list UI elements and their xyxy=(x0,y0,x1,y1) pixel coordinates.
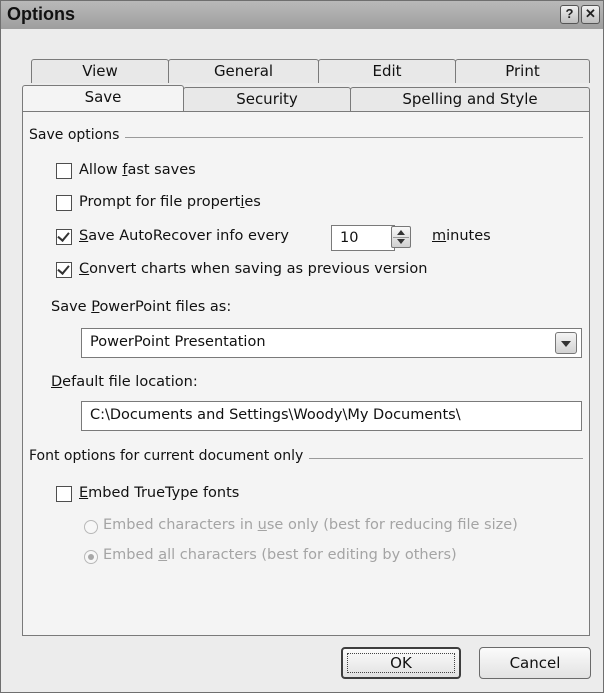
close-button[interactable]: ✕ xyxy=(581,5,600,24)
title-bar: Options ? ✕ xyxy=(1,1,603,29)
convert-charts-label: Convert charts when saving as previous v… xyxy=(79,261,428,277)
allow-fast-saves-checkbox[interactable] xyxy=(56,163,72,179)
help-button[interactable]: ? xyxy=(560,5,579,24)
embed-truetype-checkbox[interactable] xyxy=(56,486,72,502)
tab-print[interactable]: Print xyxy=(455,59,590,83)
save-as-format-select[interactable]: PowerPoint Presentation xyxy=(81,328,582,358)
default-location-input[interactable]: C:\Documents and Settings\Woody\My Docum… xyxy=(81,401,582,431)
focus-rect xyxy=(347,653,455,673)
spin-up-icon xyxy=(397,230,405,235)
save-tab-panel: Save options Allow fast saves Prompt for… xyxy=(22,111,590,636)
save-as-dropdown-button[interactable] xyxy=(555,332,577,354)
tab-spelling-and-style[interactable]: Spelling and Style xyxy=(350,87,590,111)
checkmark-icon xyxy=(57,262,70,275)
embed-in-use-radio[interactable] xyxy=(84,520,98,534)
spin-down-icon xyxy=(397,239,405,244)
save-autorecover-checkbox[interactable] xyxy=(56,229,72,245)
save-autorecover-label: Save AutoRecover info every xyxy=(79,228,289,244)
allow-fast-saves-label: Allow fast saves xyxy=(79,162,196,178)
embed-all-radio[interactable] xyxy=(84,550,98,564)
autorecover-minutes-input[interactable]: 10 xyxy=(331,225,395,251)
prompt-file-properties-label: Prompt for file properties xyxy=(79,194,261,210)
tab-security[interactable]: Security xyxy=(183,87,351,111)
options-dialog: Options ? ✕ View General Edit Print Save… xyxy=(0,0,604,693)
minutes-label: minutes xyxy=(432,228,491,244)
default-location-label: Default file location: xyxy=(51,374,198,390)
tab-save[interactable]: Save xyxy=(22,85,184,111)
tab-view[interactable]: View xyxy=(31,59,169,83)
tab-edit[interactable]: Edit xyxy=(318,59,456,83)
save-options-group-label: Save options xyxy=(29,127,126,143)
embed-in-use-label: Embed characters in use only (best for r… xyxy=(103,517,518,533)
prompt-file-properties-checkbox[interactable] xyxy=(56,195,72,211)
radio-selected-dot xyxy=(88,554,94,560)
embed-all-label: Embed all characters (best for editing b… xyxy=(103,547,457,563)
chevron-down-icon xyxy=(561,341,571,347)
font-options-group-label: Font options for current document only xyxy=(29,448,310,464)
ok-button[interactable]: OK xyxy=(341,647,461,679)
dialog-title: Options xyxy=(7,4,75,24)
convert-charts-checkbox[interactable] xyxy=(56,262,72,278)
checkmark-icon xyxy=(57,229,70,242)
spin-divider xyxy=(393,237,409,238)
minutes-spinner[interactable] xyxy=(391,226,411,248)
save-as-label: Save PowerPoint files as: xyxy=(51,299,232,315)
cancel-button[interactable]: Cancel xyxy=(479,647,591,679)
embed-truetype-label: Embed TrueType fonts xyxy=(79,485,240,501)
tab-general[interactable]: General xyxy=(168,59,319,83)
